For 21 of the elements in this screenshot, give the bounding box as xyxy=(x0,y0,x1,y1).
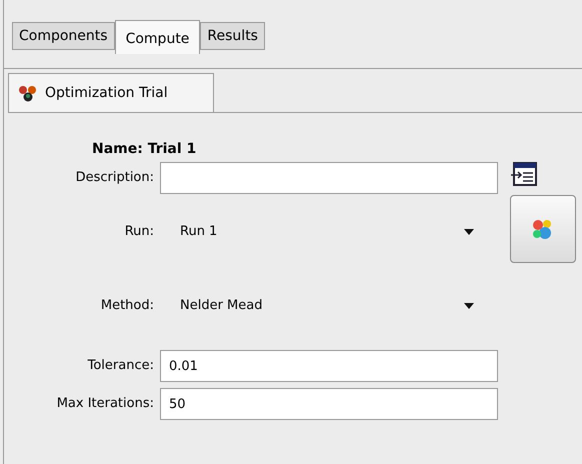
caret-icon xyxy=(464,303,474,309)
field-label: Run: xyxy=(124,223,155,242)
tab[interactable]: Results xyxy=(200,22,265,50)
tab[interactable]: Optimization Trial xyxy=(8,73,214,112)
name-label: Name: Trial 1 xyxy=(91,140,198,159)
caret-icon xyxy=(464,229,474,235)
input-field[interactable]: 0.01 xyxy=(160,350,498,382)
dropdown[interactable]: Nelder Mead xyxy=(160,290,498,322)
field-label: Description: xyxy=(74,169,155,188)
tab[interactable]: Components xyxy=(12,22,115,50)
dropdown[interactable]: Run 1 xyxy=(160,216,498,248)
list-icon[interactable] xyxy=(510,161,538,187)
field-label: Max Iterations: xyxy=(56,395,155,414)
compute-button[interactable] xyxy=(510,195,576,263)
input-field[interactable] xyxy=(160,162,498,194)
field-label: Method: xyxy=(100,297,155,316)
tab[interactable]: Compute xyxy=(114,20,200,54)
tab-label: Optimization Trial xyxy=(45,84,168,102)
input-field[interactable]: 50 xyxy=(160,388,498,420)
field-label: Tolerance: xyxy=(86,357,155,376)
bugs-icon xyxy=(17,83,39,103)
